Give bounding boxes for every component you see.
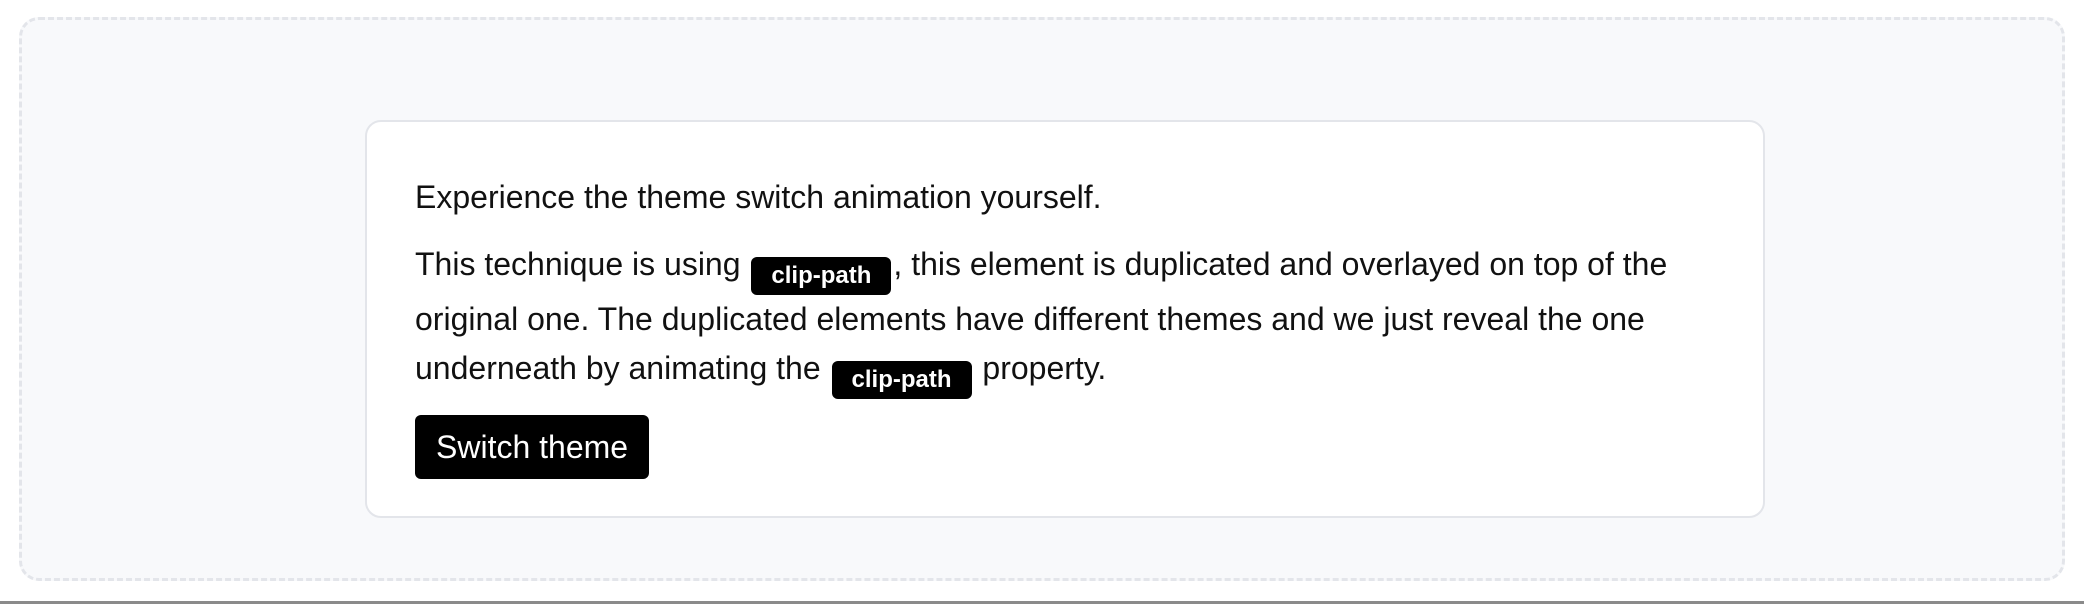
- description-text: This technique is using clip-path, this …: [415, 240, 1719, 399]
- description-part-3: property.: [982, 349, 1107, 386]
- demo-frame: Experience the theme switch animation yo…: [19, 17, 2065, 581]
- theme-demo-card: Experience the theme switch animation yo…: [365, 120, 1765, 518]
- code-chip-clip-path: clip-path: [751, 257, 892, 295]
- description-part-1: This technique is using: [415, 246, 741, 282]
- intro-text: Experience the theme switch animation yo…: [415, 179, 1102, 215]
- code-chip-clip-path-2: clip-path: [831, 360, 972, 399]
- switch-theme-button[interactable]: Switch theme: [415, 414, 650, 479]
